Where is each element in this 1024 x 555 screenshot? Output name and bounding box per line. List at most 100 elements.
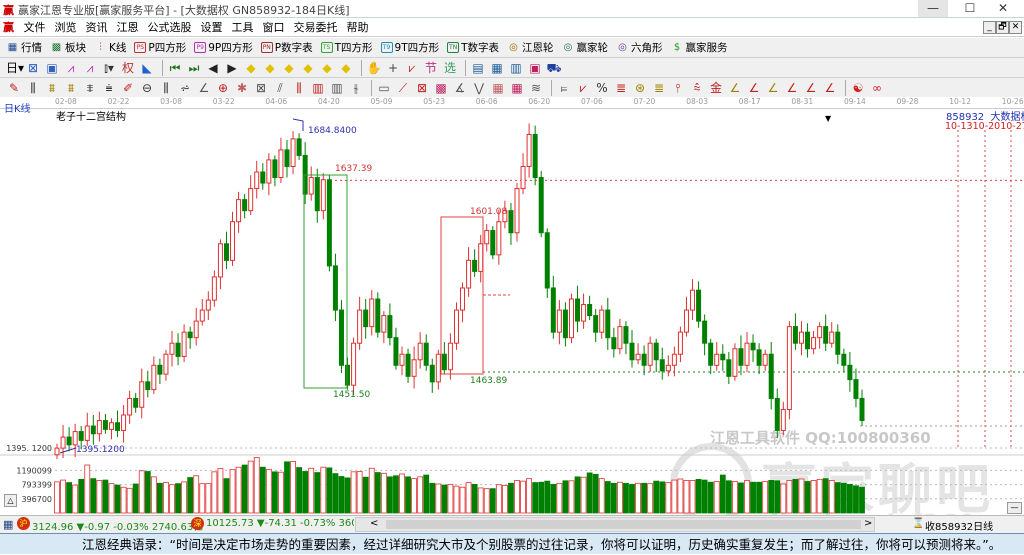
tool-button[interactable]: ◆: [338, 60, 356, 76]
close-button[interactable]: ✕: [988, 0, 1018, 17]
toolbar-button[interactable]: ◎ 江恩轮: [507, 40, 553, 55]
tool-button[interactable]: ⊕: [215, 80, 233, 96]
tool-button[interactable]: ▭: [376, 80, 394, 96]
scrollbar-thumb[interactable]: [386, 520, 861, 529]
tool-button[interactable]: ⋁: [471, 80, 489, 96]
tool-button[interactable]: +: [385, 60, 403, 76]
tool-button[interactable]: ◣: [139, 60, 157, 76]
tool-button[interactable]: ▤: [470, 60, 488, 76]
scroll-left-button[interactable]: <: [370, 518, 378, 529]
tool-button[interactable]: 选: [442, 60, 460, 76]
tool-button[interactable]: ✋: [366, 60, 384, 76]
menu-item[interactable]: 交易委托: [294, 18, 338, 37]
tool-button[interactable]: ∠: [803, 80, 821, 96]
shenzhen-index[interactable]: 10125.73 ▼-74.31 -0.73% 3609.02: [206, 518, 354, 529]
toolbar-button[interactable]: ⫶ K线: [94, 40, 126, 55]
tool-button[interactable]: ⊠: [414, 80, 432, 96]
toolbar-button[interactable]: ◎ 六角形: [616, 40, 662, 55]
horizontal-scrollbar[interactable]: < >: [355, 517, 875, 532]
minimize-button[interactable]: —: [918, 0, 948, 17]
tool-button[interactable]: ▥: [329, 80, 347, 96]
tool-button[interactable]: ◆: [281, 60, 299, 76]
tool-button[interactable]: ∠: [746, 80, 764, 96]
tool-button[interactable]: ⛟: [546, 60, 564, 76]
tool-button[interactable]: ⏭: [186, 60, 204, 76]
toolbar-button[interactable]: ◎ 赢家轮: [562, 40, 608, 55]
tool-button[interactable]: ◀: [205, 60, 223, 76]
tool-button[interactable]: ⩗: [404, 60, 422, 76]
tool-button[interactable]: ◆: [319, 60, 337, 76]
tool-button[interactable]: ∠: [727, 80, 745, 96]
tool-button[interactable]: ⊠: [253, 80, 271, 96]
tool-button[interactable]: ▣: [44, 60, 62, 76]
mdi-close-button[interactable]: ✕: [1009, 21, 1022, 34]
tool-button[interactable]: ∠: [822, 80, 840, 96]
tool-button[interactable]: ≣: [651, 80, 669, 96]
tool-button[interactable]: ∠: [765, 80, 783, 96]
menu-item[interactable]: 资讯: [86, 18, 108, 37]
menu-item[interactable]: 公式选股: [148, 18, 192, 37]
tool-button[interactable]: ⫢: [556, 80, 574, 96]
tool-button[interactable]: ∠: [196, 80, 214, 96]
tool-button[interactable]: ⫳: [348, 80, 366, 96]
tool-button[interactable]: ▦: [509, 80, 527, 96]
quote-table-icon[interactable]: ▦: [3, 518, 13, 531]
shanghai-index[interactable]: 3124.96 ▼-0.97 -0.03% 2740.63亿: [32, 518, 203, 533]
tool-button[interactable]: ⫼: [158, 80, 176, 96]
toolbar-button[interactable]: ▩ 板块: [50, 40, 86, 55]
tool-button[interactable]: ✐: [120, 80, 138, 96]
tool-button[interactable]: ⩩: [63, 80, 81, 96]
toolbar-button[interactable]: TS T四方形: [320, 40, 373, 55]
tool-button[interactable]: ✎: [6, 80, 24, 96]
menu-item[interactable]: 江恩: [117, 18, 139, 37]
toolbar-button[interactable]: T9 9T四方形: [380, 40, 439, 55]
tool-button[interactable]: ▦: [489, 60, 507, 76]
menu-item[interactable]: 浏览: [55, 18, 77, 37]
tool-button[interactable]: ⊖: [139, 80, 157, 96]
tool-button[interactable]: ✱: [234, 80, 252, 96]
toolbar-button[interactable]: PS P四方形: [134, 40, 186, 55]
menu-item[interactable]: 帮助: [347, 18, 369, 37]
tool-button[interactable]: ∡: [452, 80, 470, 96]
tool-button[interactable]: ⫼: [291, 80, 309, 96]
toolbar-button[interactable]: $ 赢家服务: [671, 40, 728, 55]
collapse-panel-button[interactable]: —: [1007, 502, 1022, 514]
mdi-minimize-button[interactable]: _: [983, 21, 996, 34]
tool-button[interactable]: ≣: [613, 80, 631, 96]
toolbar-button[interactable]: P9 9P四方形: [194, 40, 253, 55]
tool-button[interactable]: ▣: [527, 60, 545, 76]
maximize-button[interactable]: ☐: [955, 0, 985, 17]
tool-button[interactable]: ⫯: [670, 80, 688, 96]
tool-button[interactable]: ⊠: [25, 60, 43, 76]
menu-item[interactable]: 文件: [24, 18, 46, 37]
tool-button[interactable]: ⊛: [632, 80, 650, 96]
tool-button[interactable]: ⩩: [44, 80, 62, 96]
tool-button[interactable]: ◆: [243, 60, 261, 76]
tool-button[interactable]: ◆: [300, 60, 318, 76]
tool-button[interactable]: ▥: [508, 60, 526, 76]
mdi-restore-button[interactable]: 🗗: [996, 21, 1009, 34]
tool-button[interactable]: ≋: [528, 80, 546, 96]
tool-button[interactable]: ⫽: [272, 80, 290, 96]
scroll-right-button[interactable]: >: [864, 518, 872, 529]
tool-button[interactable]: ∞: [869, 80, 887, 96]
tool-button[interactable]: ⩘: [63, 60, 81, 76]
menu-item[interactable]: 设置: [201, 18, 223, 37]
toolbar-button[interactable]: TN T数字表: [447, 40, 499, 55]
tool-button[interactable]: 权: [120, 60, 138, 76]
tool-button[interactable]: ☯: [850, 80, 868, 96]
tool-button[interactable]: ◆: [262, 60, 280, 76]
tool-button[interactable]: ⩗: [575, 80, 593, 96]
tool-button[interactable]: ⩨: [82, 80, 100, 96]
tool-button[interactable]: ⩫: [177, 80, 195, 96]
tool-button[interactable]: 节: [423, 60, 441, 76]
tool-button[interactable]: ∠: [784, 80, 802, 96]
tool-button[interactable]: ▶: [224, 60, 242, 76]
menu-item[interactable]: 窗口: [263, 18, 285, 37]
tool-button[interactable]: ⏮: [167, 60, 185, 76]
tool-button[interactable]: ⩯: [689, 80, 707, 96]
tool-button[interactable]: 日▾: [6, 60, 24, 76]
tool-button[interactable]: ⩧: [101, 80, 119, 96]
tool-button[interactable]: ⩘: [82, 60, 100, 76]
tool-button[interactable]: ▥: [310, 80, 328, 96]
